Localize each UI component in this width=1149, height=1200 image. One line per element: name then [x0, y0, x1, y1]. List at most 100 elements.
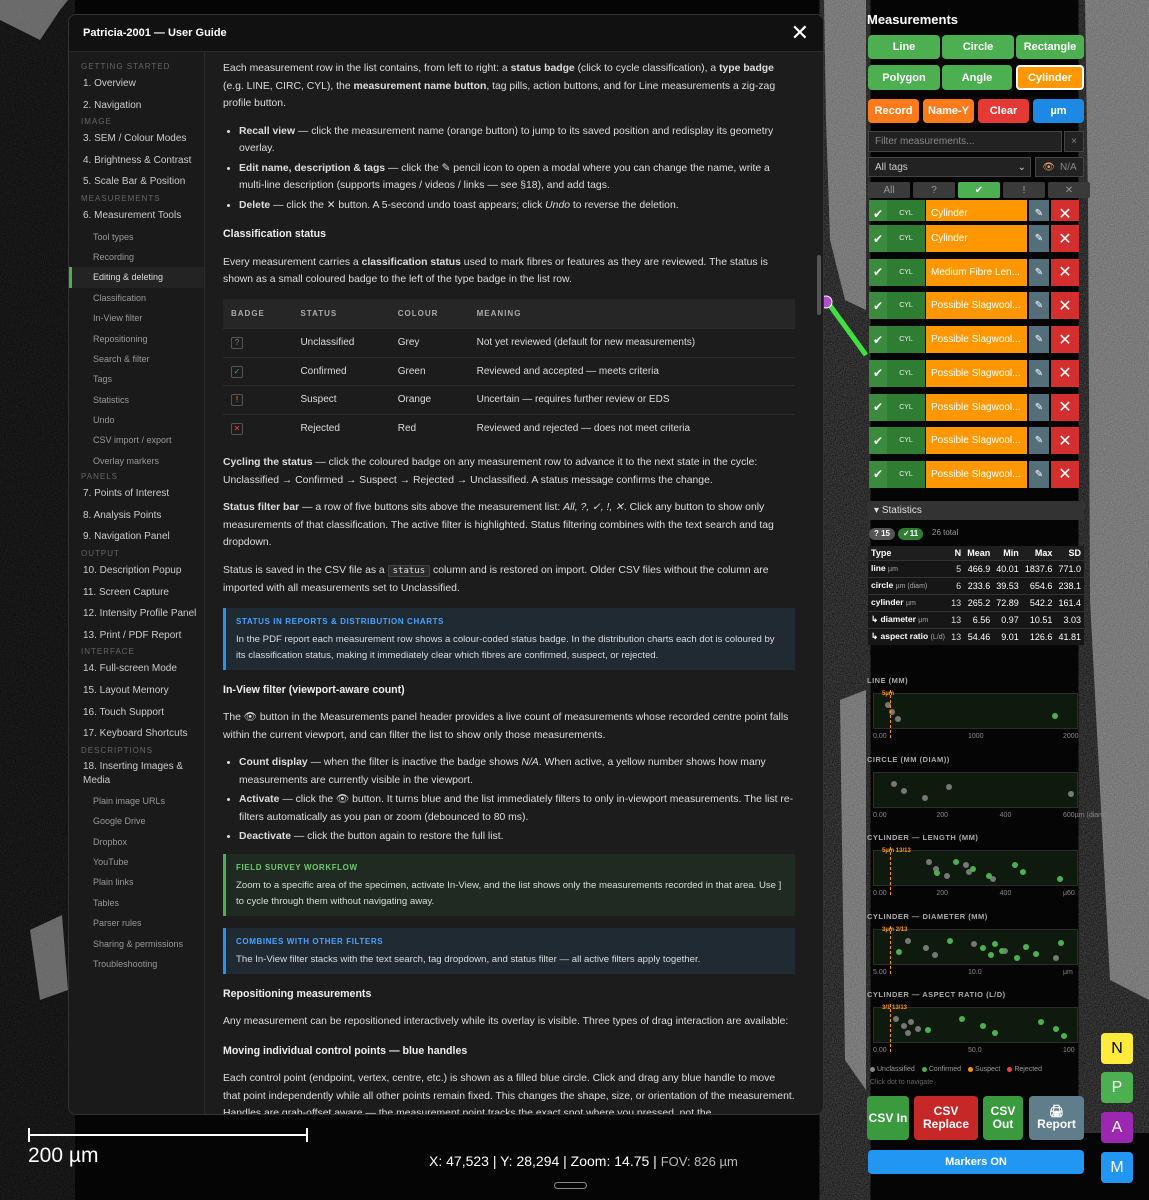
chart-dot[interactable] — [991, 941, 998, 947]
chart-dot[interactable] — [1068, 791, 1075, 797]
toc-subitem[interactable]: Plain links — [69, 872, 204, 892]
status-filter-2[interactable]: ✔ — [958, 182, 1000, 198]
chart-dot[interactable] — [971, 941, 978, 947]
tags-select[interactable]: All tags ⌄ — [868, 157, 1031, 177]
toc-item[interactable]: 10. Description Popup — [69, 560, 204, 582]
status-badge-confirmed[interactable]: ✔ — [869, 225, 887, 252]
delete-icon[interactable]: ✕ — [1051, 393, 1079, 421]
chart-dot[interactable] — [1038, 1019, 1045, 1025]
tool-circle-button[interactable]: Circle — [942, 35, 1014, 59]
chart-dot[interactable] — [1032, 951, 1039, 957]
toc-subitem[interactable]: Repositioning — [69, 329, 204, 349]
chart-dot[interactable] — [979, 945, 986, 951]
delete-icon[interactable]: ✕ — [1051, 359, 1079, 387]
toc-subitem[interactable]: Plain image URLs — [69, 791, 204, 811]
chart-dot[interactable] — [904, 938, 911, 944]
measurement-name-button[interactable]: Possible Slagwool... — [926, 292, 1027, 320]
chart-plot-area[interactable]: 3µm 2/13 — [873, 926, 1078, 974]
chart-dot[interactable] — [947, 938, 954, 944]
csv-button-2[interactable]: CSV Out — [983, 1096, 1023, 1140]
chart-dot[interactable] — [958, 1016, 965, 1022]
status-badge-confirmed[interactable]: ✔ — [869, 292, 887, 320]
toc-subitem[interactable]: Classification — [69, 288, 204, 308]
inview-toggle[interactable]: 👁 N/A — [1035, 157, 1084, 177]
measurement-name-button[interactable]: Possible Slagwool... — [926, 460, 1027, 488]
statistics-toggle[interactable]: ▾ Statistics — [868, 501, 1084, 520]
chart-dot[interactable] — [1022, 944, 1029, 950]
chart-dot[interactable] — [998, 948, 1005, 954]
toc-subitem[interactable]: Statistics — [69, 390, 204, 410]
chart-dot[interactable] — [900, 1023, 907, 1029]
toc-subitem[interactable]: YouTube — [69, 852, 204, 872]
status-badge-confirmed[interactable]: ✔ — [869, 393, 887, 421]
chart-dot[interactable] — [895, 949, 902, 955]
chart-dot[interactable] — [926, 859, 932, 865]
toc-subitem[interactable]: Troubleshooting — [69, 954, 204, 974]
measurement-name-button[interactable]: Medium Fibre Len... — [926, 258, 1027, 286]
status-badge-confirmed[interactable]: ✔ — [869, 200, 887, 221]
markers-toggle-button[interactable]: Markers ON — [868, 1150, 1084, 1174]
toc-item[interactable]: 12. Intensity Profile Panel — [69, 603, 204, 625]
side-button-a[interactable]: A — [1101, 1112, 1133, 1143]
status-filter-0[interactable]: All — [868, 182, 910, 198]
toc-subitem[interactable]: Sharing & permissions — [69, 934, 204, 954]
side-button-n[interactable]: N — [1101, 1033, 1133, 1064]
toc-item[interactable]: 5. Scale Bar & Position — [69, 171, 204, 193]
measurement-name-button[interactable]: Cylinder — [926, 200, 1027, 221]
toc-subitem[interactable]: Dropbox — [69, 832, 204, 852]
pencil-icon[interactable]: ✎ — [1029, 393, 1049, 421]
chart-dot[interactable] — [1053, 955, 1060, 961]
chart-dot[interactable] — [1056, 876, 1063, 882]
m-button[interactable]: µm — [1033, 99, 1084, 123]
chart-dot[interactable] — [900, 788, 907, 794]
toc-item[interactable]: 6. Measurement Tools — [69, 205, 204, 227]
side-button-p[interactable]: P — [1101, 1072, 1133, 1103]
chart-dot[interactable] — [1061, 1033, 1068, 1039]
measurement-name-button[interactable]: Possible Slagwool... — [926, 427, 1027, 455]
chart-dot[interactable] — [1052, 1026, 1059, 1032]
pencil-icon[interactable]: ✎ — [1029, 200, 1049, 221]
status-filter-3[interactable]: ! — [1003, 182, 1045, 198]
guide-content[interactable]: Each measurement row in the list contain… — [206, 52, 823, 1114]
toc-subitem[interactable]: Recording — [69, 247, 204, 267]
chart-plot-area[interactable]: 5µm 13/13 — [873, 847, 1078, 895]
toc-subitem[interactable]: CSV import / export — [69, 430, 204, 450]
csv-button-0[interactable]: CSV In — [867, 1096, 909, 1140]
measurement-name-button[interactable]: Possible Slagwool... — [926, 326, 1027, 354]
status-badge-confirmed[interactable]: ✔ — [869, 427, 887, 455]
tool-line-button[interactable]: Line — [868, 35, 940, 59]
chart-dot[interactable] — [934, 870, 941, 876]
delete-icon[interactable]: ✕ — [1051, 258, 1079, 286]
toc-item[interactable]: 3. SEM / Colour Modes — [69, 128, 204, 150]
pencil-icon[interactable]: ✎ — [1029, 292, 1049, 320]
unclassified-count-pill[interactable]: ? 15 — [869, 528, 896, 540]
chart-dot[interactable] — [890, 781, 897, 787]
delete-icon[interactable]: ✕ — [1051, 326, 1079, 354]
chart-dot[interactable] — [1020, 869, 1026, 875]
csv-button-1[interactable]: CSV Replace — [914, 1096, 978, 1140]
tool-polygon-button[interactable]: Polygon — [868, 65, 940, 90]
status-badge-confirmed[interactable]: ✔ — [869, 326, 887, 354]
toc-subitem[interactable]: Undo — [69, 410, 204, 430]
toc-item[interactable]: 16. Touch Support — [69, 702, 204, 724]
side-button-m[interactable]: M — [1101, 1152, 1133, 1183]
confirmed-count-pill[interactable]: ✓11 — [898, 528, 924, 540]
chart-dot[interactable] — [893, 1016, 900, 1022]
drag-handle-bar[interactable] — [554, 1182, 587, 1189]
pencil-icon[interactable]: ✎ — [1029, 225, 1049, 252]
chart-dot[interactable] — [922, 795, 929, 801]
filter-input[interactable]: Filter measurements... — [868, 131, 1062, 152]
filter-clear-button[interactable]: × — [1064, 131, 1084, 152]
tool-cylinder-button[interactable]: Cylinder — [1016, 65, 1084, 90]
chart-dot[interactable] — [894, 716, 901, 722]
status-badge-confirmed[interactable]: ✔ — [869, 258, 887, 286]
record-button[interactable]: Record — [868, 99, 919, 123]
toc-subitem[interactable]: In-View filter — [69, 308, 204, 328]
pencil-icon[interactable]: ✎ — [1029, 258, 1049, 286]
toc-subitem[interactable]: Tags — [69, 369, 204, 389]
toc-item[interactable]: 11. Screen Capture — [69, 582, 204, 604]
toc-item[interactable]: 9. Navigation Panel — [69, 526, 204, 548]
toc-item[interactable]: 13. Print / PDF Report — [69, 625, 204, 647]
chart-dot[interactable] — [915, 1026, 922, 1032]
toc-item[interactable]: 7. Points of Interest — [69, 483, 204, 505]
